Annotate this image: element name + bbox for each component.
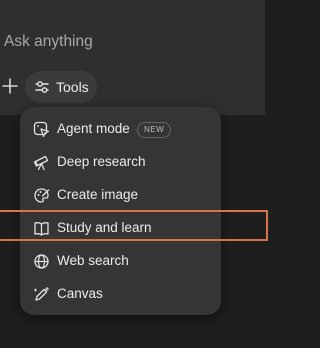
menu-item-label: Canvas	[57, 286, 103, 301]
tools-button[interactable]: Tools	[25, 71, 97, 103]
plus-icon	[0, 75, 20, 97]
highlight-outline	[0, 210, 268, 241]
new-badge: NEW	[137, 122, 172, 138]
prompt-input-placeholder[interactable]: Ask anything	[4, 33, 93, 51]
telescope-icon	[33, 154, 50, 171]
menu-item-label: Agent mode	[57, 121, 130, 136]
menu-item-label: Deep research	[57, 154, 146, 169]
pen-sparkle-icon	[33, 286, 50, 303]
tools-label: Tools	[56, 79, 89, 95]
menu-item-label: Web search	[57, 253, 129, 268]
palette-icon	[33, 187, 50, 204]
add-attachment-button[interactable]	[0, 75, 20, 97]
menu-item-label: Create image	[57, 187, 139, 202]
menu-item-create-image[interactable]: Create image	[20, 179, 221, 211]
agent-cursor-icon	[33, 121, 50, 138]
menu-item-deep-research[interactable]: Deep research	[20, 146, 221, 178]
menu-item-canvas[interactable]: Canvas	[20, 278, 221, 310]
menu-item-agent-mode[interactable]: Agent mode NEW	[20, 113, 221, 145]
composer[interactable]: Ask anything Tools	[0, 0, 265, 115]
globe-icon	[33, 253, 50, 270]
menu-item-web-search[interactable]: Web search	[20, 245, 221, 277]
sliders-icon	[34, 79, 50, 95]
